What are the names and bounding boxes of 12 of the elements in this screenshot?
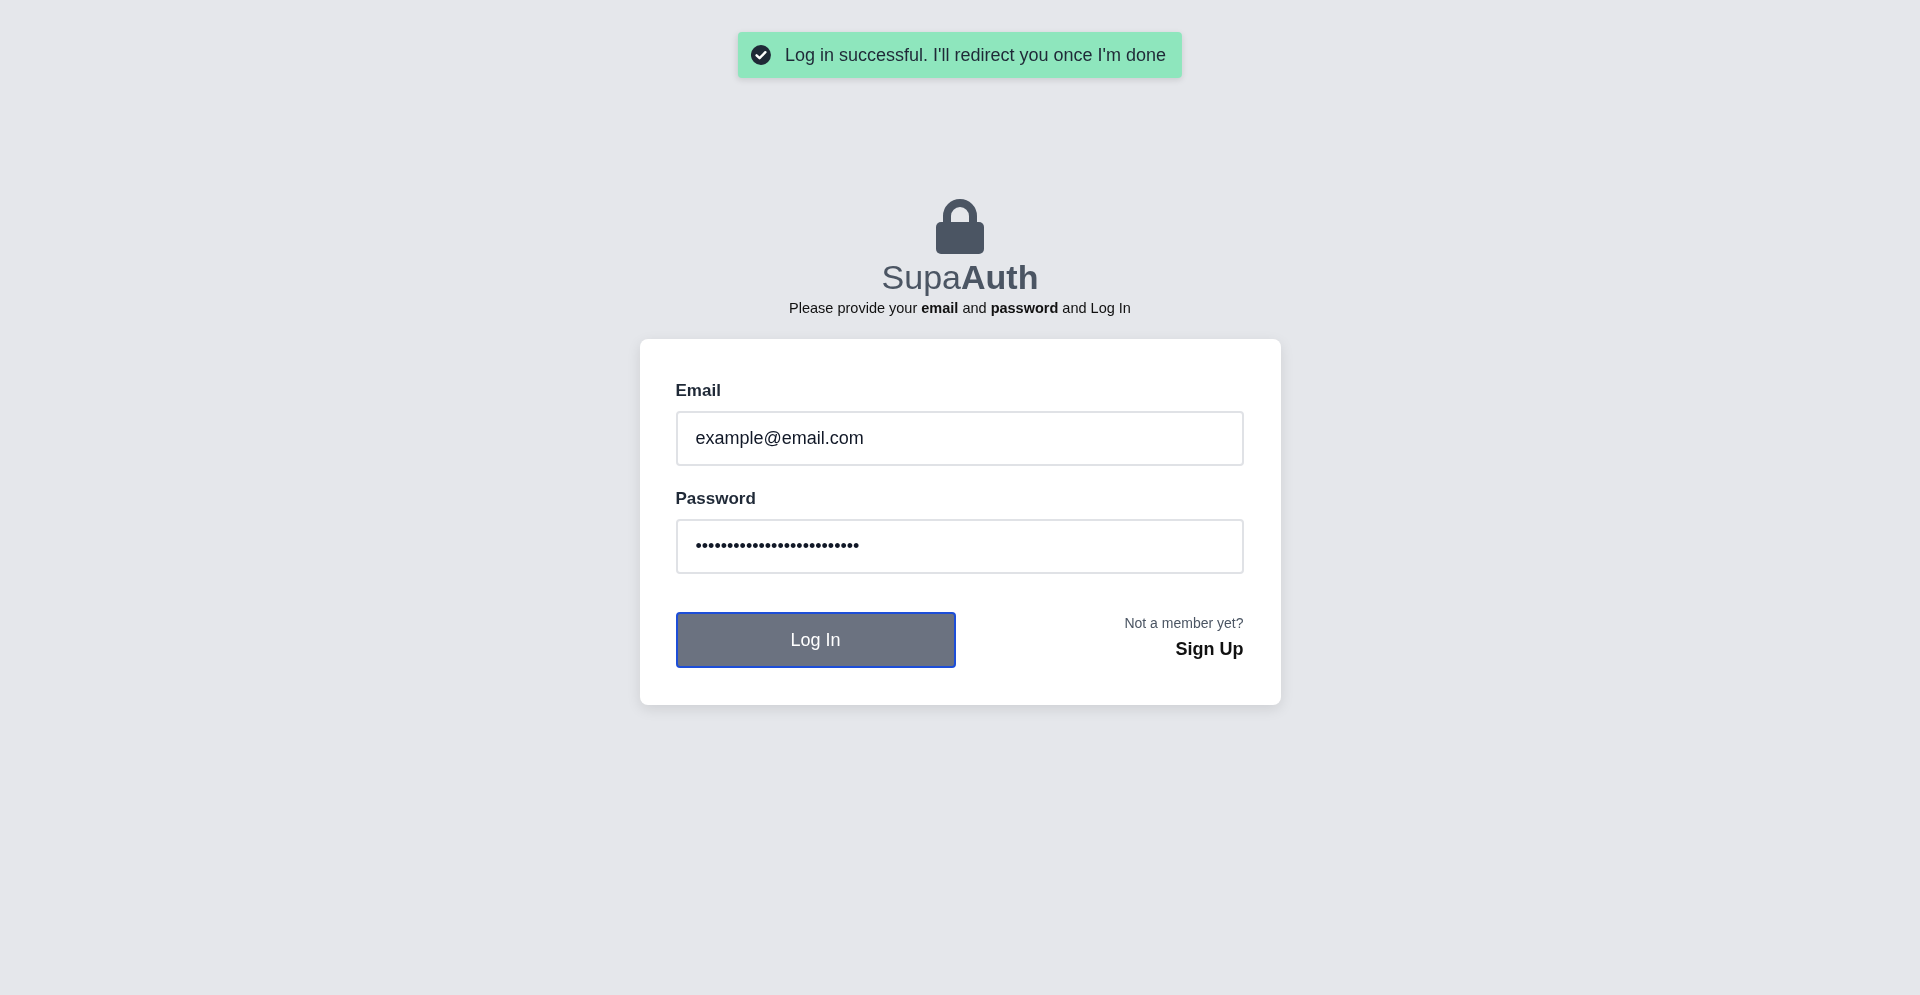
field-label: Email [675, 380, 721, 401]
brand-name: SupaAuth [881, 257, 1039, 297]
field-label: Password [675, 488, 756, 509]
toast-message: Log in successful. I'll redirect you once I'm done [784, 44, 1167, 66]
log-in-button[interactable]: Log In [675, 612, 956, 668]
check-circle-icon [750, 45, 771, 65]
lock-icon [936, 198, 984, 254]
signup-prompt: Not a member yet? [1124, 614, 1244, 632]
email-field[interactable]: example@email.com [675, 411, 1244, 466]
sign-up-link[interactable]: Sign Up [1175, 638, 1244, 660]
password-field[interactable]: •••••••••••••••••••••••••• [675, 519, 1244, 574]
instruction-text: Please provide your email and password and Log In [789, 299, 1131, 317]
